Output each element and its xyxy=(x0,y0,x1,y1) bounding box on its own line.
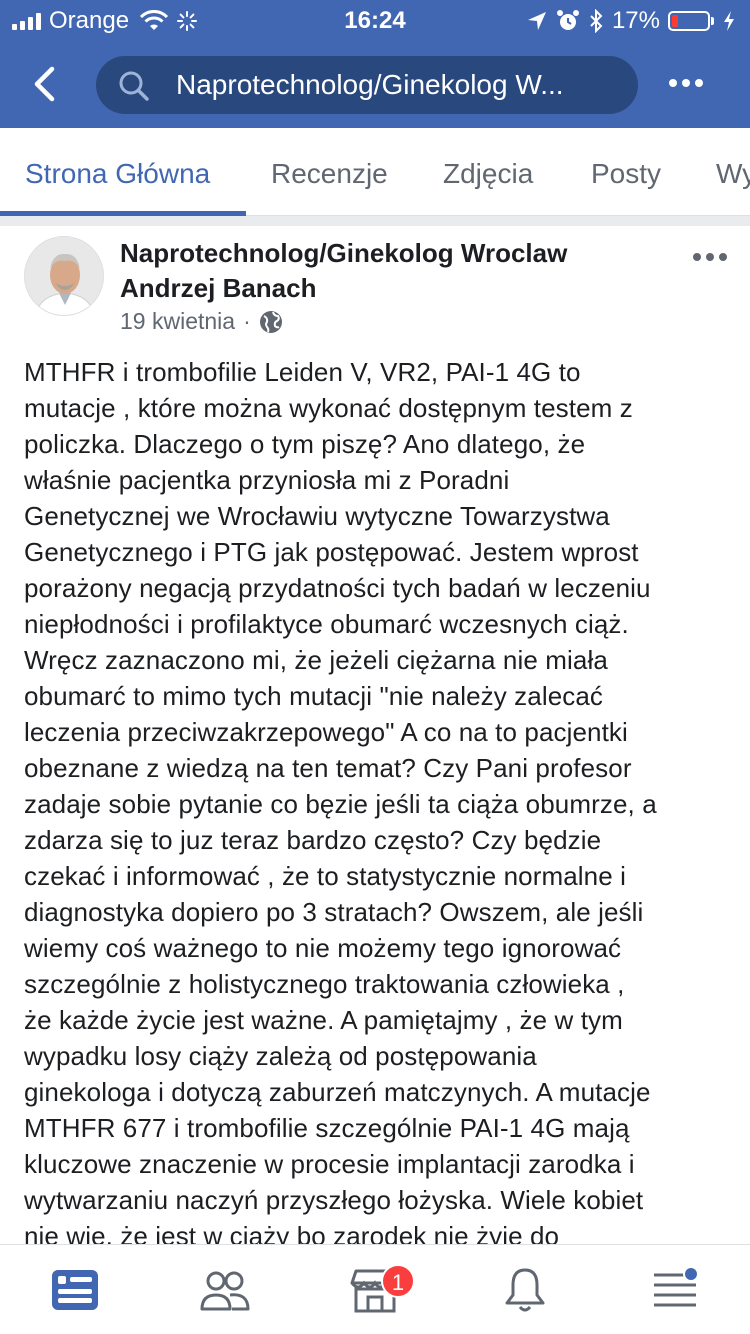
post-text-line: Genetycznej we Wrocławiu wytyczne Towarz… xyxy=(24,501,610,531)
status-right: 17% xyxy=(526,7,736,35)
tab-more[interactable]: Wy xyxy=(716,158,750,190)
status-bar: Orange 16:24 17% xyxy=(0,0,750,40)
post-text-line: leczenia przeciwzakrzepowego" A co na to… xyxy=(24,717,628,747)
post-text-line: porażony negacją przydatności tych badań… xyxy=(24,573,651,603)
bluetooth-icon xyxy=(590,9,603,33)
post-text-line: ginekologa i dotyczą zaburzeń matczynych… xyxy=(24,1077,651,1107)
meta-separator: · xyxy=(243,308,251,334)
location-icon xyxy=(527,12,546,30)
menu-notification-dot xyxy=(683,1266,699,1282)
post-text-line: że każde życie jest ważne. A pamiętajmy … xyxy=(24,1005,623,1035)
post-author[interactable]: Naprotechnolog/Ginekolog Wroclaw Andrzej… xyxy=(120,236,660,306)
back-arrow-icon[interactable] xyxy=(30,66,60,102)
post-meta: 19 kwietnia · xyxy=(120,308,283,335)
post-text-line: Genetycznego i PTG jak postępować. Jeste… xyxy=(24,537,639,567)
marketplace-badge: 1 xyxy=(381,1264,415,1298)
globe-icon xyxy=(259,310,282,333)
post-date[interactable]: 19 kwietnia xyxy=(120,308,235,335)
tab-photos[interactable]: Zdjęcia xyxy=(443,158,533,190)
post-text-line: niepłodności i profilaktyce obumarć wcze… xyxy=(24,609,629,639)
post-text-line: mutacje , które można wykonać dostępnym … xyxy=(24,393,633,423)
search-bar[interactable]: Naprotechnolog/Ginekolog W... xyxy=(96,56,638,114)
post-text-line: obumarć to mimo tych mutacji "nie należy… xyxy=(24,681,604,711)
post-text-line: MTHFR i trombofilie Leiden V, VR2, PAI-1… xyxy=(24,357,581,387)
author-name-line2: Andrzej Banach xyxy=(120,273,317,303)
doctor-portrait-icon xyxy=(25,237,103,315)
battery-percent: 17% xyxy=(611,7,660,34)
post-text-line: kluczowe znaczenie w procesie implantacj… xyxy=(24,1149,635,1179)
author-name-line1: Naprotechnolog/Ginekolog Wroclaw xyxy=(120,238,568,268)
battery-fill xyxy=(672,15,678,27)
battery-icon xyxy=(668,11,714,31)
more-options-icon[interactable] xyxy=(668,78,704,88)
alarm-icon xyxy=(556,10,579,30)
tab-posts[interactable]: Posty xyxy=(591,158,661,190)
tab-reviews[interactable]: Recenzje xyxy=(271,158,388,190)
news-feed-icon[interactable] xyxy=(50,1265,100,1315)
post-text-line: szczególnie z holistycznego traktowania … xyxy=(24,969,625,999)
bottom-tab-bar xyxy=(0,1244,750,1334)
page: Orange 16:24 17% Naprotechnolog/Ginekolo… xyxy=(0,0,750,1334)
post-text-line: obeznane z wiedzą na ten temat? Czy Pani… xyxy=(24,753,632,783)
post: Naprotechnolog/Ginekolog Wroclaw Andrzej… xyxy=(0,216,750,1251)
post-text-line: diagnostyka dopiero po 3 stratach? Owsze… xyxy=(24,897,644,927)
charging-icon xyxy=(724,11,734,31)
search-text: Naprotechnolog/Ginekolog W... xyxy=(176,69,564,100)
post-text-line: wypadku losy ciąży zależą od postępowani… xyxy=(24,1041,537,1071)
friends-icon[interactable] xyxy=(200,1265,250,1315)
post-text-line: właśnie pacjentka przyniosła mi z Poradn… xyxy=(24,465,510,495)
post-text: MTHFR i trombofilie Leiden V, VR2, PAI-1… xyxy=(24,354,724,1254)
post-text-line: zdarza się to juz teraz bardzo często? C… xyxy=(24,825,602,855)
tab-home[interactable]: Strona Główna xyxy=(25,158,210,190)
avatar[interactable] xyxy=(24,236,104,316)
post-text-line: MTHFR 677 i trombofilie szczególnie PAI-… xyxy=(24,1113,630,1143)
post-text-line: wytwarzaniu naczyń przyszłego łożyska. W… xyxy=(24,1185,644,1215)
post-text-line: zadaje sobie pytanie co bęzie jeśli ta c… xyxy=(24,789,657,819)
post-text-line: czekać i informować , że to statystyczni… xyxy=(24,861,626,891)
search-icon xyxy=(119,71,149,101)
header: Orange 16:24 17% Naprotechnolog/Ginekolo… xyxy=(0,0,750,128)
post-text-line: policzka. Dlaczego o tym piszę? Ano dlat… xyxy=(24,429,586,459)
post-options-icon[interactable] xyxy=(692,252,728,262)
post-text-line: wiemy coś ważnego to nie możemy tego ign… xyxy=(24,933,622,963)
post-text-line: Wręcz zaznaczono mi, że jeżeli ciężarna … xyxy=(24,645,608,675)
notifications-icon[interactable] xyxy=(500,1265,550,1315)
page-tabs: Strona Główna Recenzje Zdjęcia Posty Wy xyxy=(0,128,750,216)
